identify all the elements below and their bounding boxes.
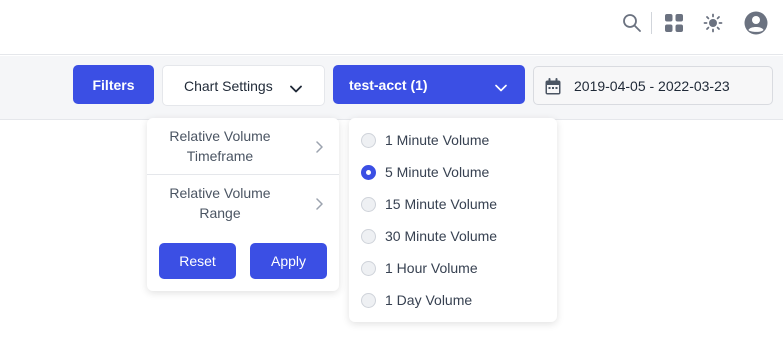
apply-button[interactable]: Apply (250, 243, 327, 279)
radio-label: 1 Minute Volume (385, 132, 490, 148)
radio-option-1-day[interactable]: 1 Day Volume (361, 288, 472, 312)
radio-button[interactable] (361, 228, 376, 244)
radio-button[interactable] (361, 292, 376, 308)
reset-button[interactable]: Reset (159, 243, 236, 279)
top-divider (651, 12, 652, 34)
date-range-text: 2019-04-05 - 2022-03-23 (574, 77, 730, 94)
radio-button[interactable] (361, 196, 376, 212)
account-select-label: test-acct (1) (349, 76, 428, 93)
radio-label: 1 Hour Volume (385, 260, 478, 276)
radio-option-1-minute[interactable]: 1 Minute Volume (361, 128, 489, 152)
radio-option-30-minute[interactable]: 30 Minute Volume (361, 224, 497, 248)
radio-button[interactable] (361, 132, 376, 148)
account-select[interactable]: test-acct (1) (333, 65, 525, 104)
volume-timeframe-menu: 1 Minute Volume 5 Minute Volume 15 Minut… (349, 118, 557, 322)
filters-button[interactable]: Filters (73, 65, 154, 104)
apps-grid-icon[interactable] (661, 10, 687, 36)
menu-item-relative-volume-range[interactable]: Relative Volume Range (147, 175, 339, 231)
top-bar (0, 0, 783, 55)
menu-item-label: Relative Volume Timeframe (169, 128, 271, 164)
radio-option-15-minute[interactable]: 15 Minute Volume (361, 192, 497, 216)
chevron-right-icon (316, 197, 323, 215)
date-range-picker[interactable]: 2019-04-05 - 2022-03-23 (533, 66, 773, 105)
brightness-icon[interactable] (700, 10, 726, 36)
filters-button-label: Filters (92, 76, 135, 93)
radio-label: 1 Day Volume (385, 292, 473, 308)
chart-settings-button[interactable]: Chart Settings (162, 65, 325, 106)
chevron-down-icon (290, 80, 302, 96)
menu-item-relative-volume-timeframe[interactable]: Relative Volume Timeframe (147, 118, 339, 174)
radio-button-selected[interactable] (361, 164, 376, 180)
chevron-down-icon (495, 79, 507, 95)
menu-item-label: Relative Volume Range (169, 185, 271, 221)
chevron-right-icon (316, 140, 323, 158)
chart-settings-label: Chart Settings (184, 77, 273, 94)
radio-option-1-hour[interactable]: 1 Hour Volume (361, 256, 478, 280)
calendar-icon (545, 78, 561, 98)
search-icon[interactable] (619, 10, 645, 36)
radio-option-5-minute[interactable]: 5 Minute Volume (361, 160, 489, 184)
radio-label: 30 Minute Volume (385, 228, 498, 244)
radio-button[interactable] (361, 260, 376, 276)
chart-settings-menu: Relative Volume Timeframe Relative Volum… (147, 118, 339, 291)
radio-label: 15 Minute Volume (385, 196, 498, 212)
user-account-icon[interactable] (743, 10, 769, 36)
radio-label: 5 Minute Volume (385, 164, 490, 180)
